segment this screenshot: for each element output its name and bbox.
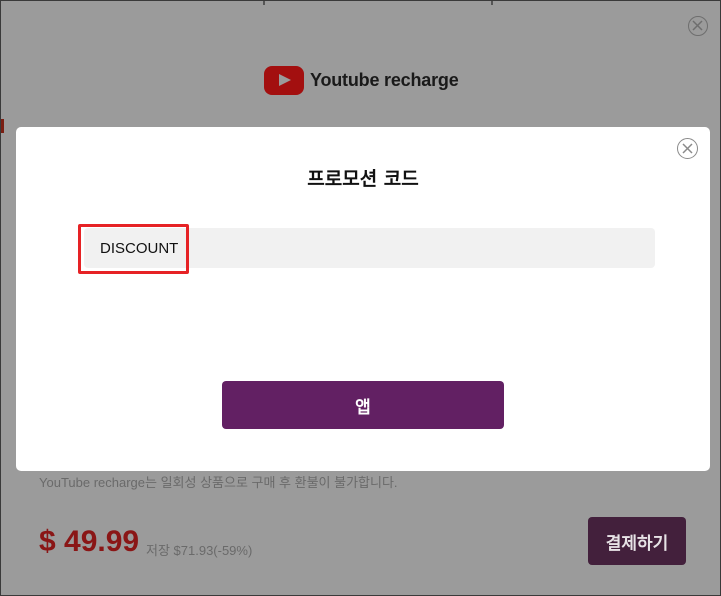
brand-name: Youtube recharge	[310, 70, 459, 90]
checkout-page: Youtube recharge YouTube recharge는 일회성 상…	[0, 0, 721, 596]
background-edge	[263, 1, 265, 5]
page-close-icon[interactable]	[688, 16, 708, 36]
brand-header: Youtube recharge	[264, 66, 459, 95]
savings-text: 저장 $71.93(-59%)	[146, 543, 253, 558]
modal-title: 프로모션 코드	[307, 168, 419, 190]
promo-code-modal: 프로모션 코드 앱	[16, 127, 710, 471]
youtube-logo-icon	[264, 66, 304, 95]
pay-button[interactable]: 결제하기	[588, 517, 686, 565]
apply-button[interactable]: 앱	[222, 381, 504, 429]
close-icon[interactable]	[677, 138, 698, 159]
background-edge	[1, 119, 4, 133]
price: $ 49.99	[39, 525, 140, 558]
refund-notice: YouTube recharge는 일회성 상품으로 구매 후 환불이 불가합니…	[39, 475, 398, 490]
promo-code-input[interactable]	[84, 228, 655, 268]
background-edge	[491, 1, 493, 5]
